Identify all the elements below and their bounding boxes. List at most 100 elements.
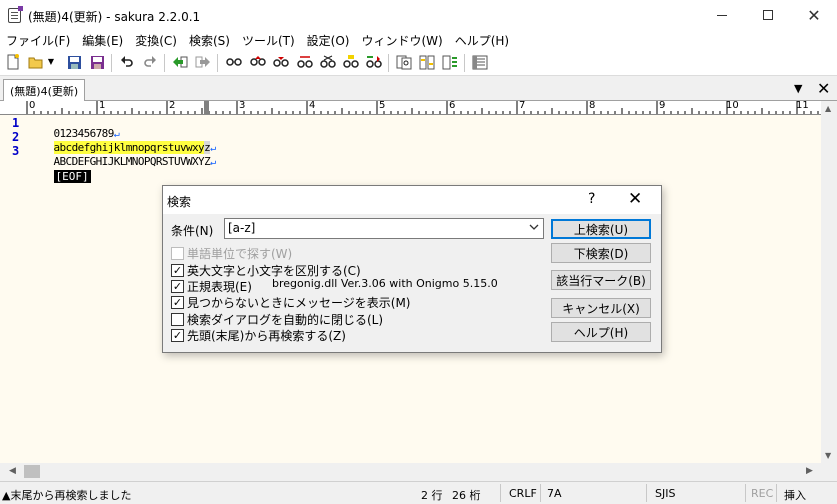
line-number-gutter: 1 2 3 bbox=[0, 116, 25, 463]
redo-icon[interactable] bbox=[142, 54, 158, 70]
grep-icon[interactable] bbox=[396, 54, 412, 70]
cancel-button[interactable]: キャンセル(X) bbox=[551, 298, 651, 318]
menu-window[interactable]: ウィンドウ(W) bbox=[355, 30, 448, 50]
new-file-icon[interactable] bbox=[5, 54, 21, 70]
mark-matching-lines-button[interactable]: 該当行マーク(B) bbox=[551, 270, 651, 290]
menu-bar: ファイル(F) 編集(E) 変換(C) 検索(S) ツール(T) 設定(O) ウ… bbox=[0, 30, 837, 50]
close-window-button[interactable]: ✕ bbox=[791, 0, 837, 30]
tab-list-dropdown-icon[interactable]: ▼ bbox=[794, 82, 802, 95]
ruler-label: 11 bbox=[796, 101, 809, 111]
minimize-button[interactable] bbox=[699, 0, 745, 30]
sakura-app-icon bbox=[8, 6, 23, 23]
search-icon[interactable] bbox=[226, 54, 242, 70]
maximize-button[interactable] bbox=[745, 0, 791, 30]
ruler-label: 10 bbox=[726, 101, 739, 111]
open-folder-icon[interactable] bbox=[28, 54, 44, 70]
document-tab[interactable]: (無題)4(更新) bbox=[3, 79, 86, 101]
search-up-button[interactable]: 上検索(U) bbox=[551, 219, 651, 239]
scroll-up-arrow-icon[interactable]: ▲ bbox=[825, 104, 831, 113]
scroll-right-arrow-icon[interactable]: ▶ bbox=[806, 466, 813, 476]
text-line-1: 0123456789↵ bbox=[27, 113, 120, 140]
status-separator bbox=[500, 484, 501, 502]
status-insert-mode: 挿入 bbox=[784, 489, 806, 502]
ruler: 0 1 2 3 4 5 6 7 8 9 10 11 bbox=[0, 101, 821, 115]
regex-checkbox[interactable]: ✓ 正規表現(E) bbox=[171, 278, 252, 295]
whole-word-checkbox[interactable]: 単語単位で探す(W) bbox=[171, 245, 292, 262]
dialog-close-icon[interactable]: ✕ bbox=[628, 189, 642, 209]
ruler-label: 5 bbox=[379, 101, 386, 111]
checkmark-icon: ✓ bbox=[171, 264, 184, 277]
eof-line: [EOF] bbox=[27, 156, 91, 183]
menu-tools[interactable]: ツール(T) bbox=[236, 30, 301, 50]
menu-settings[interactable]: 設定(O) bbox=[301, 30, 356, 50]
ruler-label: 6 bbox=[449, 101, 456, 111]
menu-search[interactable]: 検索(S) bbox=[183, 30, 236, 50]
document-tab-label: (無題)4(更新) bbox=[10, 85, 79, 98]
toolbar-separator bbox=[217, 54, 218, 72]
text-line-2: abcdefghijklmnopqrstuvwxyz↵ bbox=[27, 127, 216, 154]
menu-file[interactable]: ファイル(F) bbox=[0, 30, 76, 50]
save-icon[interactable] bbox=[66, 54, 82, 70]
eof-marker: [EOF] bbox=[53, 170, 91, 183]
checkbox-label: 見つからないときにメッセージを表示(M) bbox=[187, 296, 411, 310]
chevron-down-icon[interactable] bbox=[529, 221, 539, 234]
search-next-icon[interactable] bbox=[273, 54, 289, 70]
menu-edit[interactable]: 編集(E) bbox=[76, 30, 129, 50]
search-prev-icon[interactable] bbox=[250, 54, 266, 70]
scroll-down-arrow-icon[interactable]: ▼ bbox=[825, 451, 831, 460]
undo-icon[interactable] bbox=[119, 54, 135, 70]
save-all-icon[interactable] bbox=[89, 54, 105, 70]
search-dialog: 検索 ? ✕ 条件(N) [a-z] 単語単位で探す(W) ✓ 英大文字と小文字… bbox=[162, 185, 662, 353]
condition-label: 条件(N) bbox=[171, 224, 214, 238]
outline-icon[interactable] bbox=[442, 54, 458, 70]
horizontal-scrollbar[interactable]: ◀ ▶ bbox=[0, 463, 821, 480]
replace-icon[interactable] bbox=[297, 54, 313, 70]
toolbar-separator bbox=[164, 54, 165, 72]
line-number: 2 bbox=[12, 130, 20, 144]
horizontal-scroll-thumb[interactable] bbox=[24, 465, 40, 478]
search-condition-input[interactable]: [a-z] bbox=[228, 221, 255, 235]
show-not-found-message-checkbox[interactable]: ✓ 見つからないときにメッセージを表示(M) bbox=[171, 294, 410, 311]
ruler-label: 8 bbox=[589, 101, 596, 111]
help-button[interactable]: ヘルプ(H) bbox=[551, 322, 651, 342]
mark-next-icon[interactable] bbox=[343, 54, 359, 70]
menu-help[interactable]: ヘルプ(H) bbox=[449, 30, 515, 50]
tab-bar: (無題)4(更新) ▼ ✕ bbox=[0, 78, 837, 101]
search-condition-combobox[interactable]: [a-z] bbox=[224, 218, 544, 239]
search-down-button[interactable]: 下検索(D) bbox=[551, 243, 651, 263]
checkmark-icon: ✓ bbox=[171, 296, 184, 309]
checkbox-box bbox=[171, 313, 184, 326]
scroll-left-arrow-icon[interactable]: ◀ bbox=[9, 466, 16, 476]
auto-close-dialog-checkbox[interactable]: 検索ダイアログを自動的に閉じる(L) bbox=[171, 311, 383, 328]
line-number: 3 bbox=[12, 144, 20, 158]
status-line: 2 行 bbox=[421, 489, 443, 502]
wrap-around-checkbox[interactable]: ✓ 先頭(末尾)から再検索する(Z) bbox=[171, 327, 346, 344]
scrollbar-corner bbox=[821, 463, 837, 480]
ruler-label: 0 bbox=[29, 101, 36, 111]
tab-close-icon[interactable]: ✕ bbox=[817, 79, 830, 98]
status-rec: REC bbox=[751, 487, 774, 500]
jump-back-icon[interactable] bbox=[172, 54, 188, 70]
status-column: 26 桁 bbox=[452, 489, 481, 502]
help-icon[interactable]: ? bbox=[588, 191, 595, 207]
mark-prev-icon[interactable] bbox=[366, 54, 382, 70]
compare-icon[interactable] bbox=[419, 54, 435, 70]
regex-library-version: bregonig.dll Ver.3.06 with Onigmo 5.15.0 bbox=[272, 277, 498, 290]
jump-forward-icon[interactable] bbox=[195, 54, 211, 70]
ruler-caret-marker bbox=[204, 101, 209, 114]
status-separator bbox=[776, 484, 777, 502]
checkbox-label: 単語単位で探す(W) bbox=[187, 247, 293, 261]
dialog-title: 検索 bbox=[167, 195, 192, 209]
checkbox-label: 先頭(末尾)から再検索する(Z) bbox=[187, 329, 346, 343]
text-line-3: ABCDEFGHIJKLMNOPQRSTUVWXYZ↵ bbox=[27, 141, 217, 168]
toolbar-separator bbox=[388, 54, 389, 72]
settings-icon[interactable] bbox=[472, 54, 488, 70]
dropdown-arrow-icon[interactable]: ▼ bbox=[46, 54, 56, 70]
menu-convert[interactable]: 変換(C) bbox=[129, 30, 183, 50]
status-newline[interactable]: CRLF bbox=[509, 487, 537, 500]
maximize-icon bbox=[763, 10, 773, 20]
vertical-scrollbar[interactable]: ▲ ▼ bbox=[821, 101, 837, 463]
status-encoding[interactable]: SJIS bbox=[655, 487, 675, 500]
mark-icon[interactable] bbox=[320, 54, 336, 70]
status-separator bbox=[745, 484, 746, 502]
